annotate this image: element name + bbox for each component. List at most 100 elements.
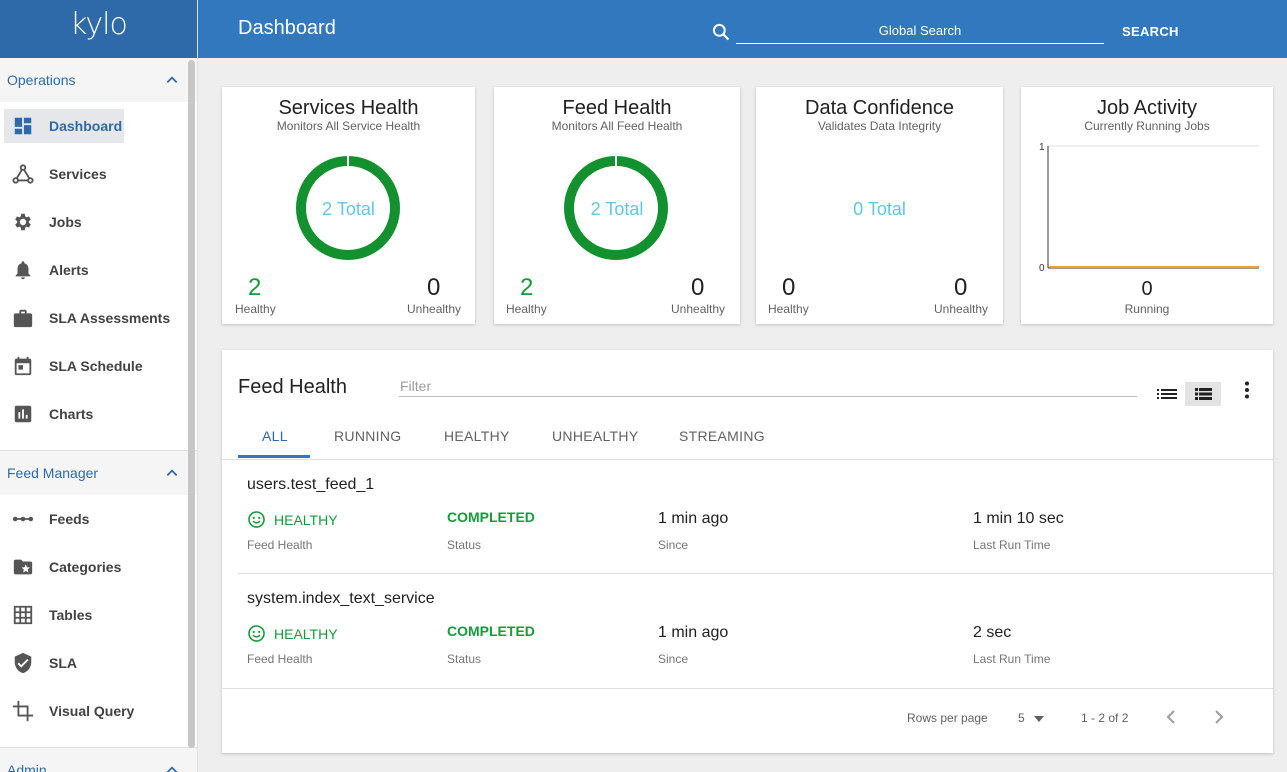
section-operations-label: Operations (7, 72, 76, 88)
last-run-value: 1 min 10 sec (973, 510, 1064, 527)
more-vert-icon (1245, 381, 1249, 399)
prev-page-icon[interactable] (1165, 709, 1177, 725)
sidebar-item-label: Charts (49, 406, 94, 422)
kylo-logo[interactable]: kylo (70, 7, 128, 42)
sidebar-item-label: Visual Query (49, 703, 135, 719)
healthy-count: 0 (782, 274, 796, 301)
unhealthy-label: Unhealthy (671, 302, 726, 316)
sidebar-item-label: Tables (49, 607, 93, 623)
health-label: Feed Health (247, 652, 313, 666)
folder-star-icon (12, 556, 34, 578)
list-view-icon (1157, 389, 1177, 399)
unhealthy-count: 0 (427, 274, 441, 301)
chevron-up-icon (166, 76, 178, 83)
chevron-up-icon (166, 469, 178, 476)
network-icon (12, 163, 34, 185)
sidebar-item-sla[interactable]: SLA (0, 639, 197, 687)
feed-name[interactable]: users.test_feed_1 (247, 476, 374, 494)
bell-icon (12, 259, 34, 281)
sidebar-item-visual-query[interactable]: Visual Query (0, 687, 197, 735)
services-health-card[interactable]: Services Health Monitors All Service Hea… (222, 87, 475, 324)
logo-bar: kylo (0, 0, 197, 58)
sidebar-item-categories[interactable]: Categories (0, 543, 197, 591)
unhealthy-count: 0 (691, 274, 705, 301)
section-operations[interactable]: Operations (0, 58, 197, 102)
status-value: COMPLETED (447, 623, 535, 639)
unhealthy-label: Unhealthy (934, 302, 989, 316)
panel-title: Feed Health (238, 376, 347, 398)
since-value: 1 min ago (658, 510, 729, 527)
sidebar-item-feeds[interactable]: Feeds (0, 495, 197, 543)
status-label: Status (447, 652, 482, 666)
feed-health-card[interactable]: Feed Health Monitors All Feed Health 2 T… (494, 87, 740, 324)
verified-shield-icon (12, 652, 34, 674)
sidebar-item-jobs[interactable]: Jobs (0, 198, 197, 246)
feed-tabs: ALL RUNNING HEALTHY UNHEALTHY STREAMING (222, 412, 1273, 460)
page-range: 1 - 2 of 2 (1081, 711, 1129, 725)
global-search-input[interactable] (736, 18, 1104, 44)
list-view-button[interactable] (1149, 382, 1185, 406)
feed-health-panel: Feed Health ALL RUNNING HEALTHY UNHEALTH… (222, 350, 1273, 753)
y-tick-max: 1 (1039, 142, 1045, 153)
status-value: COMPLETED (447, 509, 535, 525)
feed-name[interactable]: system.index_text_service (247, 590, 435, 608)
sidebar-item-sla-assessments[interactable]: SLA Assessments (0, 294, 197, 342)
since-value: 1 min ago (658, 624, 729, 641)
tab-healthy[interactable]: HEALTHY (444, 428, 510, 444)
sidebar-item-label: SLA (49, 655, 77, 671)
sidebar-item-sla-schedule[interactable]: SLA Schedule (0, 342, 197, 390)
sidebar-item-charts[interactable]: Charts (0, 390, 197, 438)
card-title: Feed Health (562, 97, 672, 119)
calendar-icon (12, 355, 34, 377)
active-tab-indicator (238, 455, 310, 458)
health-value: HEALTHY (274, 625, 338, 642)
chevron-up-icon (166, 766, 178, 772)
chart-icon (12, 403, 34, 425)
gear-icon (12, 211, 34, 233)
section-feed-manager-label: Feed Manager (7, 465, 99, 481)
total-count: 2 Total (322, 199, 375, 219)
section-admin-label: Admin (7, 762, 47, 772)
since-label: Since (658, 652, 689, 666)
tab-unhealthy[interactable]: UNHEALTHY (552, 428, 638, 444)
job-activity-card[interactable]: Job Activity Currently Running Jobs 1 0 … (1021, 87, 1273, 324)
page-title: Dashboard (238, 17, 336, 39)
rows-per-page-select[interactable]: 5 (1018, 711, 1045, 725)
table-row[interactable]: system.index_text_service HEALTHY Feed H… (238, 574, 1273, 688)
filter-input[interactable] (399, 375, 1137, 397)
running-label: Running (1124, 302, 1170, 316)
data-confidence-card[interactable]: Data Confidence Validates Data Integrity… (756, 87, 1003, 324)
status-label: Status (447, 538, 482, 552)
section-admin[interactable]: Admin (0, 748, 197, 772)
smiley-icon (248, 625, 265, 642)
table-view-button[interactable] (1185, 382, 1221, 406)
last-run-label: Last Run Time (973, 652, 1051, 666)
search-icon[interactable] (711, 22, 731, 42)
card-subtitle: Currently Running Jobs (1084, 119, 1210, 133)
tab-all[interactable]: ALL (262, 428, 288, 444)
more-options-button[interactable] (1229, 378, 1265, 402)
y-tick-min: 0 (1039, 263, 1045, 274)
card-title: Job Activity (1096, 97, 1198, 119)
sidebar-item-alerts[interactable]: Alerts (0, 246, 197, 294)
healthy-count: 2 (248, 274, 262, 301)
card-title: Data Confidence (805, 97, 954, 119)
smiley-icon (248, 511, 265, 528)
next-page-icon[interactable] (1213, 709, 1225, 725)
tab-streaming[interactable]: STREAMING (679, 428, 765, 444)
total-count: 0 Total (853, 199, 906, 219)
sidebar-item-services[interactable]: Services (0, 150, 197, 198)
sidebar-item-label: SLA Schedule (49, 358, 143, 374)
sidebar-item-label: Services (49, 166, 107, 182)
dropdown-arrow-icon (1034, 716, 1045, 722)
grid-icon (12, 604, 34, 626)
sidebar-item-tables[interactable]: Tables (0, 591, 197, 639)
sidebar-item-dashboard[interactable]: Dashboard (0, 102, 197, 150)
sidebar-scrollbar[interactable] (188, 60, 195, 748)
search-button[interactable]: SEARCH (1122, 24, 1179, 39)
tab-running[interactable]: RUNNING (334, 428, 401, 444)
section-feed-manager[interactable]: Feed Manager (0, 451, 197, 495)
table-row[interactable]: users.test_feed_1 HEALTHY Feed Health CO… (238, 460, 1273, 574)
healthy-count: 2 (520, 274, 534, 301)
table-view-icon (1195, 388, 1212, 400)
